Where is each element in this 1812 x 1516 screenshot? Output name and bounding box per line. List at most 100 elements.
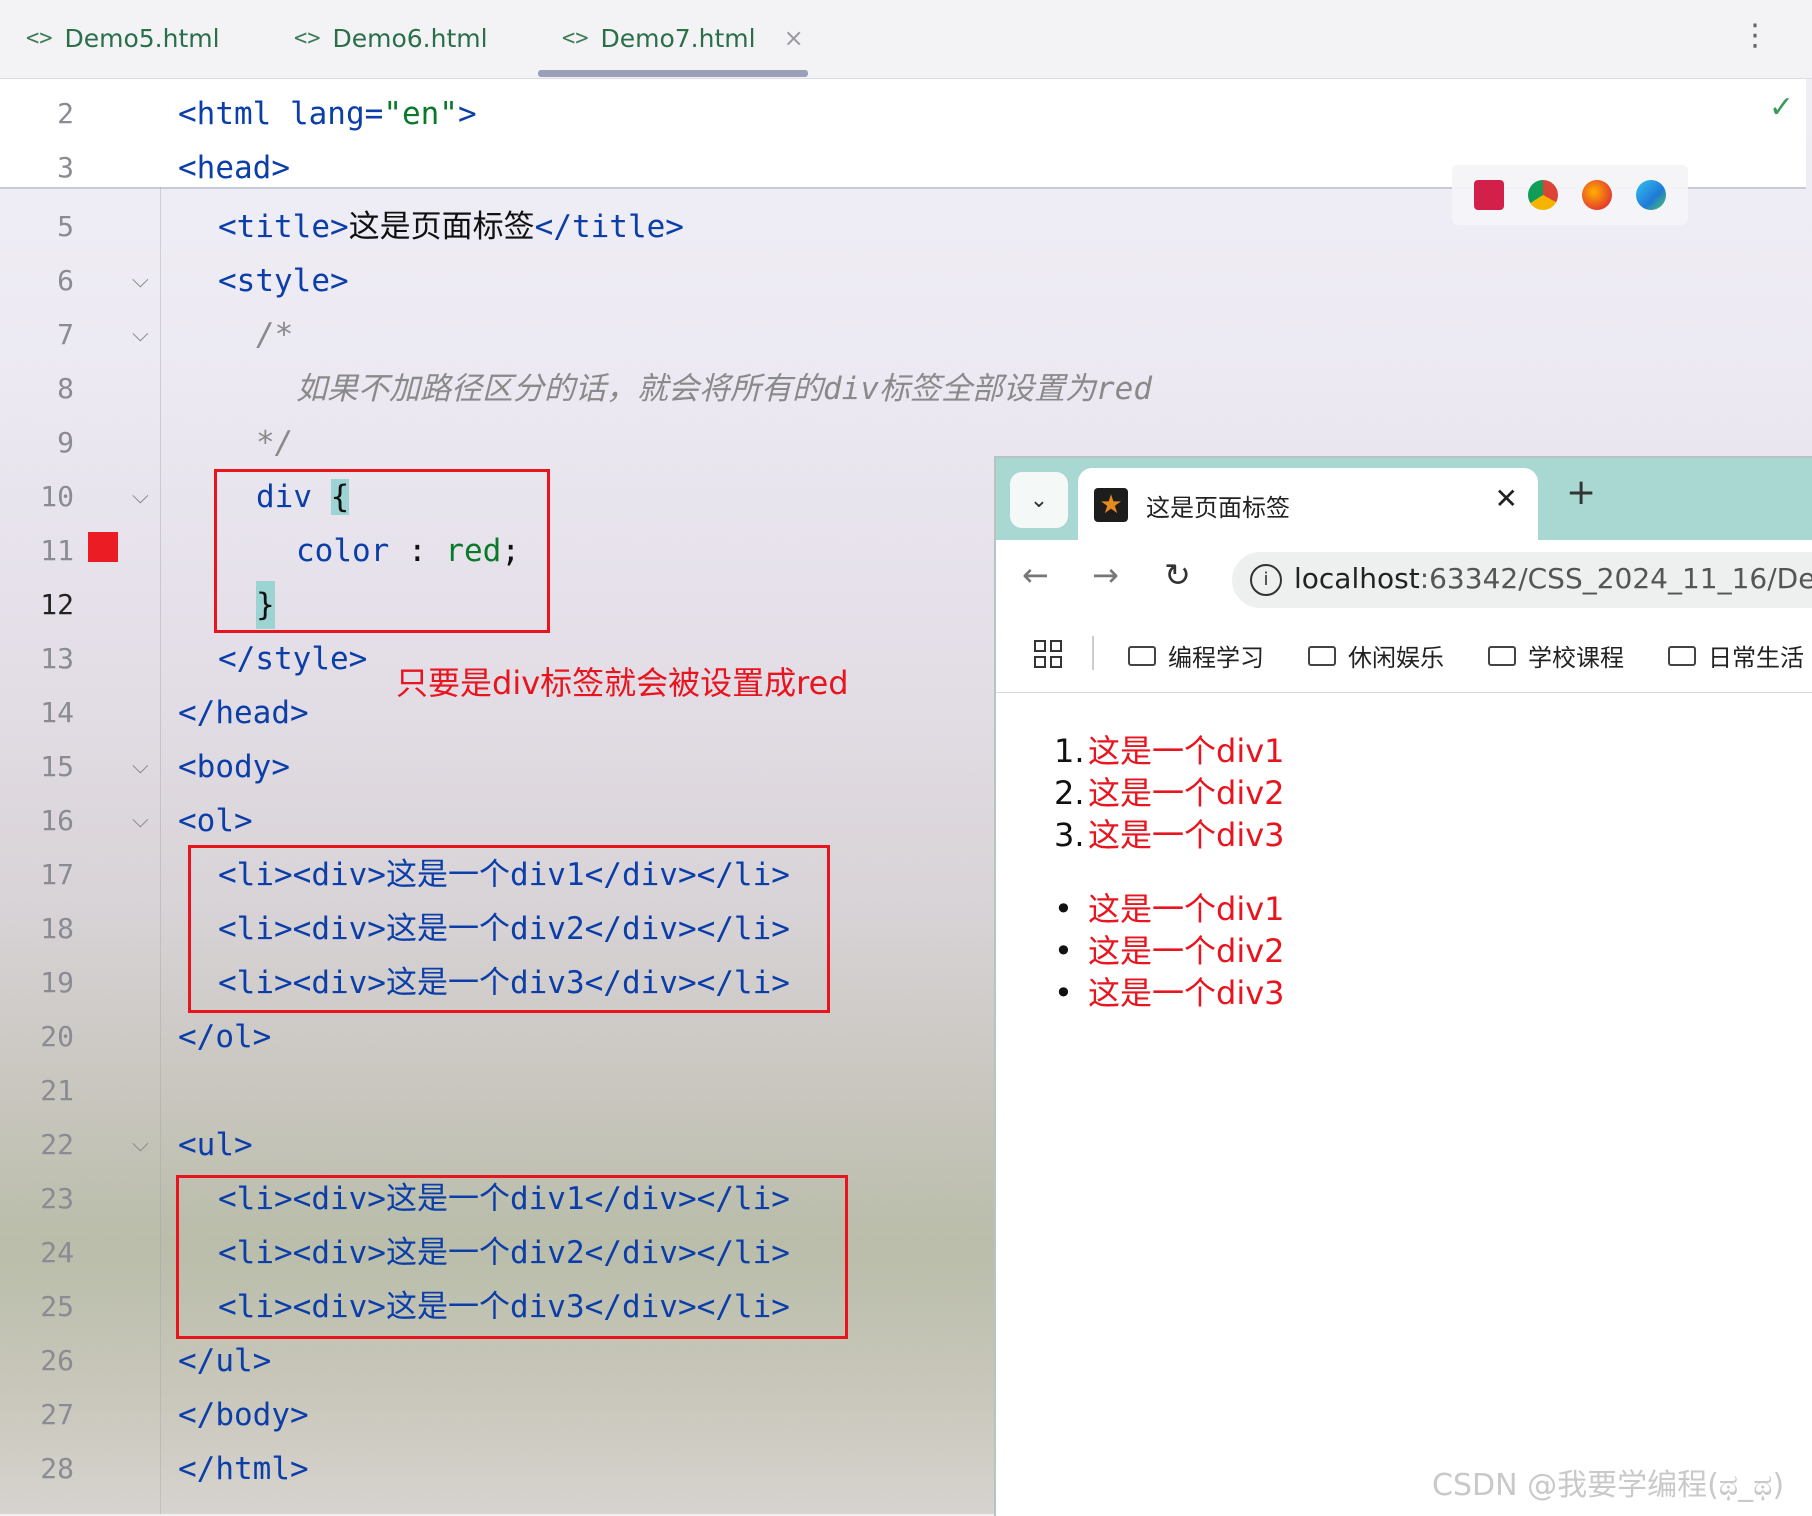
code-text: <body> [178,749,290,785]
bookmark-folder[interactable]: 日常生活 [1668,638,1804,673]
html-file-icon: <> [562,25,589,51]
code-comment: 如果不加路径区分的话，就会将所有的div标签全部设置为red [296,371,1152,407]
list-item: 2. 这是一个div2 [1054,774,1285,812]
code-line[interactable]: 16 ⌵ <ol> [0,797,990,845]
code-text: <ul> [178,1127,253,1163]
close-icon[interactable]: ✕ [1495,482,1518,515]
line-number: 23 [40,1182,74,1215]
address-bar[interactable]: i localhost:63342/CSS_2024_11_16/Demo [1232,552,1812,608]
list-item: 1. 这是一个div1 [1054,732,1285,770]
site-info-icon[interactable]: i [1250,564,1282,596]
list-item: • 这是一个div1 [1054,890,1285,928]
code-line[interactable]: 6 ⌵ <style> [0,257,990,305]
code-text: <head> [178,150,290,186]
fold-chevron-icon[interactable]: ⌵ [132,473,149,521]
line-number: 2 [57,97,74,130]
code-line[interactable]: 7 ⌵ /* [0,311,990,359]
line-number: 24 [40,1236,74,1269]
code-line[interactable]: 20 </ol> [0,1013,990,1061]
code-line[interactable]: 28 </html> [0,1445,990,1493]
fold-chevron-icon[interactable]: ⌵ [132,797,149,845]
fold-chevron-icon[interactable]: ⌵ [132,311,149,359]
firefox-icon[interactable] [1582,180,1612,210]
no-problems-check-icon[interactable]: ✓ [1769,90,1794,125]
folder-icon [1668,645,1696,666]
close-tab-icon[interactable]: × [784,24,804,52]
line-number: 7 [57,318,74,351]
tab-demo5[interactable]: <> Demo5.html [26,18,220,58]
bookmark-folder[interactable]: 学校课程 [1488,638,1624,673]
highlight-box-css-rule [214,469,550,633]
code-line[interactable]: 5 <title>这是页面标签</title> [0,203,990,251]
line-number: 9 [57,426,74,459]
code-text: </body> [178,1397,309,1433]
page-content: 1. 这是一个div1 2. 这是一个div2 3. 这是一个div3 • 这是一个di… [996,694,1812,1514]
code-text: <style> [218,263,349,299]
code-text: </ol> [178,1019,272,1055]
line-number: 16 [40,804,74,837]
tab-label: Demo6.html [332,23,488,53]
code-line[interactable]: 3 <head> [0,144,990,192]
tab-demo6[interactable]: <> Demo6.html [294,18,488,58]
fold-chevron-icon[interactable]: ⌵ [132,1121,149,1169]
code-text: </head> [178,695,309,731]
line-number: 5 [57,210,74,243]
code-line[interactable]: 15 ⌵ <body> [0,743,990,791]
folder-icon [1488,645,1516,666]
code-text: </html> [178,1451,309,1487]
code-line[interactable]: 8 如果不加路径区分的话，就会将所有的div标签全部设置为red [0,365,1152,413]
code-line[interactable]: 2 <html lang="en"> [0,90,990,138]
line-number: 6 [57,264,74,297]
line-number: 25 [40,1290,74,1323]
line-number: 21 [40,1074,74,1107]
code-line[interactable]: 21 [0,1067,990,1115]
url-text: localhost:63342/CSS_2024_11_16/Demo [1294,562,1812,595]
editor-tab-bar: <> Demo5.html <> Demo6.html <> Demo7.htm… [0,0,1812,79]
highlight-box-ul-items [176,1175,848,1339]
line-number: 15 [40,750,74,783]
line-number: 3 [57,151,74,184]
code-text: </style> [218,641,368,677]
star-favicon-icon: ★ [1094,488,1128,522]
code-line[interactable]: 9 */ [0,419,990,467]
more-options-icon[interactable]: ⋮ [1740,18,1770,53]
new-tab-icon[interactable]: + [1566,472,1596,513]
browser-tab-strip: ⌄ ★ 这是页面标签 ✕ + [996,458,1812,540]
line-number: 10 [40,480,74,513]
highlight-box-ol-items [188,845,830,1013]
code-line[interactable]: 22 ⌵ <ul> [0,1121,990,1169]
tab-demo7[interactable]: <> Demo7.html × [562,18,804,58]
bookmark-folder[interactable]: 编程学习 [1128,638,1264,673]
browser-window: ⌄ ★ 这是页面标签 ✕ + ← → ↻ i localhost:63342/C… [994,456,1812,1516]
code-line[interactable]: 27 </body> [0,1391,990,1439]
apps-grid-icon[interactable] [1034,640,1062,668]
annotation-text: 只要是div标签就会被设置成red [396,664,849,702]
chrome-icon[interactable] [1528,180,1558,210]
watermark: CSDN @我要学编程(ಥ_ಥ) [1432,1468,1785,1503]
fold-chevron-icon[interactable]: ⌵ [132,257,149,305]
browser-tab-title: 这是页面标签 [1146,494,1290,522]
back-arrow-icon[interactable]: ← [1022,556,1049,594]
folder-icon [1308,645,1336,666]
active-tab-indicator [538,70,808,77]
edge-icon[interactable] [1636,180,1666,210]
reload-icon[interactable]: ↻ [1164,556,1191,594]
list-item: 3. 这是一个div3 [1054,816,1285,854]
forward-arrow-icon[interactable]: → [1092,556,1119,594]
line-number: 18 [40,912,74,945]
list-item: • 这是一个div2 [1054,932,1285,970]
browser-tab[interactable]: ★ 这是页面标签 ✕ [1078,468,1538,540]
html-file-icon: <> [294,25,321,51]
line-number: 22 [40,1128,74,1161]
bookmarks-separator [1092,636,1094,670]
html-file-icon: <> [26,25,53,51]
fold-chevron-icon[interactable]: ⌵ [132,743,149,791]
tab-search-chevron-icon[interactable]: ⌄ [1010,472,1068,528]
line-number: 12 [40,588,74,621]
code-line[interactable]: 26 </ul> [0,1337,990,1385]
intellij-icon[interactable] [1474,180,1504,210]
line-number: 27 [40,1398,74,1431]
line-number: 20 [40,1020,74,1053]
line-number: 11 [40,534,74,567]
bookmark-folder[interactable]: 休闲娱乐 [1308,638,1444,673]
